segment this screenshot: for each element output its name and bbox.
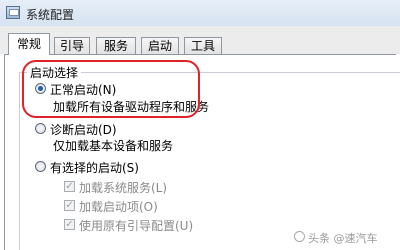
watermark: 头条 @速汽车	[308, 232, 378, 245]
selective-startup-label[interactable]: 有选择的启动(S)	[50, 159, 139, 176]
normal-startup-radio[interactable]	[35, 83, 46, 94]
normal-startup-label[interactable]: 正常启动(N)	[50, 81, 116, 98]
use-original-boot-config-checkbox[interactable]: ✓	[64, 219, 75, 230]
tab-boot[interactable]: 引导	[54, 37, 90, 54]
tab-startup[interactable]: 启动	[141, 37, 179, 54]
tab-general[interactable]: 常规	[8, 33, 50, 55]
watermark-logo-icon	[294, 231, 305, 242]
load-system-services-label: 加载系统服务(L)	[79, 181, 168, 195]
diagnostic-startup-radio[interactable]	[35, 123, 46, 134]
diagnostic-startup-description: 仅加载基本设备和服务	[53, 139, 174, 153]
tab-tools[interactable]: 工具	[184, 37, 222, 54]
load-startup-items-checkbox[interactable]: ✓	[64, 200, 75, 211]
window-title: 系统配置	[26, 8, 75, 22]
normal-startup-description: 加载所有设备驱动程序和服务	[53, 100, 210, 114]
load-startup-items-label: 加载启动项(O)	[79, 200, 158, 214]
tab-services[interactable]: 服务	[96, 37, 136, 54]
app-icon	[6, 6, 20, 19]
use-original-boot-config-label: 使用原有引导配置(U)	[79, 219, 194, 233]
load-system-services-checkbox[interactable]: ✓	[64, 181, 75, 192]
diagnostic-startup-label[interactable]: 诊断启动(D)	[50, 121, 117, 138]
title-bar[interactable]: 系统配置	[0, 0, 400, 27]
group-title: 启动选择	[27, 64, 82, 81]
selective-startup-radio[interactable]	[35, 161, 46, 172]
